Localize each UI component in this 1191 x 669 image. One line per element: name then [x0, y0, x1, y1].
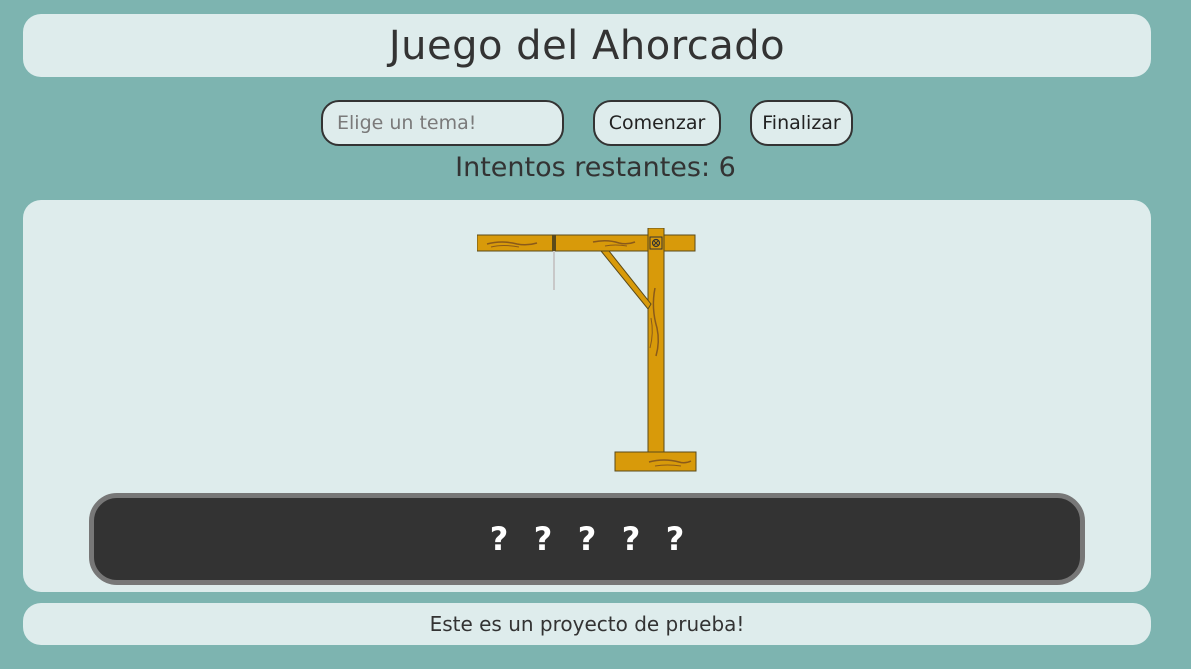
gallows-image [477, 228, 697, 472]
footer-text: Este es un proyecto de prueba! [429, 612, 745, 636]
word-letters: ? ? ? ? ? [477, 520, 697, 558]
game-board: ? ? ? ? ? [23, 200, 1151, 592]
letter-slot: ? [489, 520, 509, 558]
topic-input[interactable] [321, 100, 564, 146]
letter-slot: ? [665, 520, 685, 558]
word-panel: ? ? ? ? ? [89, 493, 1085, 585]
page-title: Juego del Ahorcado [388, 22, 786, 69]
controls-bar: Comenzar Finalizar [0, 100, 1191, 146]
end-button[interactable]: Finalizar [750, 100, 853, 146]
letter-slot: ? [533, 520, 553, 558]
footer: Este es un proyecto de prueba! [23, 603, 1151, 645]
letter-slot: ? [621, 520, 641, 558]
letter-slot: ? [577, 520, 597, 558]
start-button[interactable]: Comenzar [593, 100, 721, 146]
attempts-remaining: Intentos restantes: 6 [455, 152, 736, 183]
header: Juego del Ahorcado [23, 14, 1151, 77]
